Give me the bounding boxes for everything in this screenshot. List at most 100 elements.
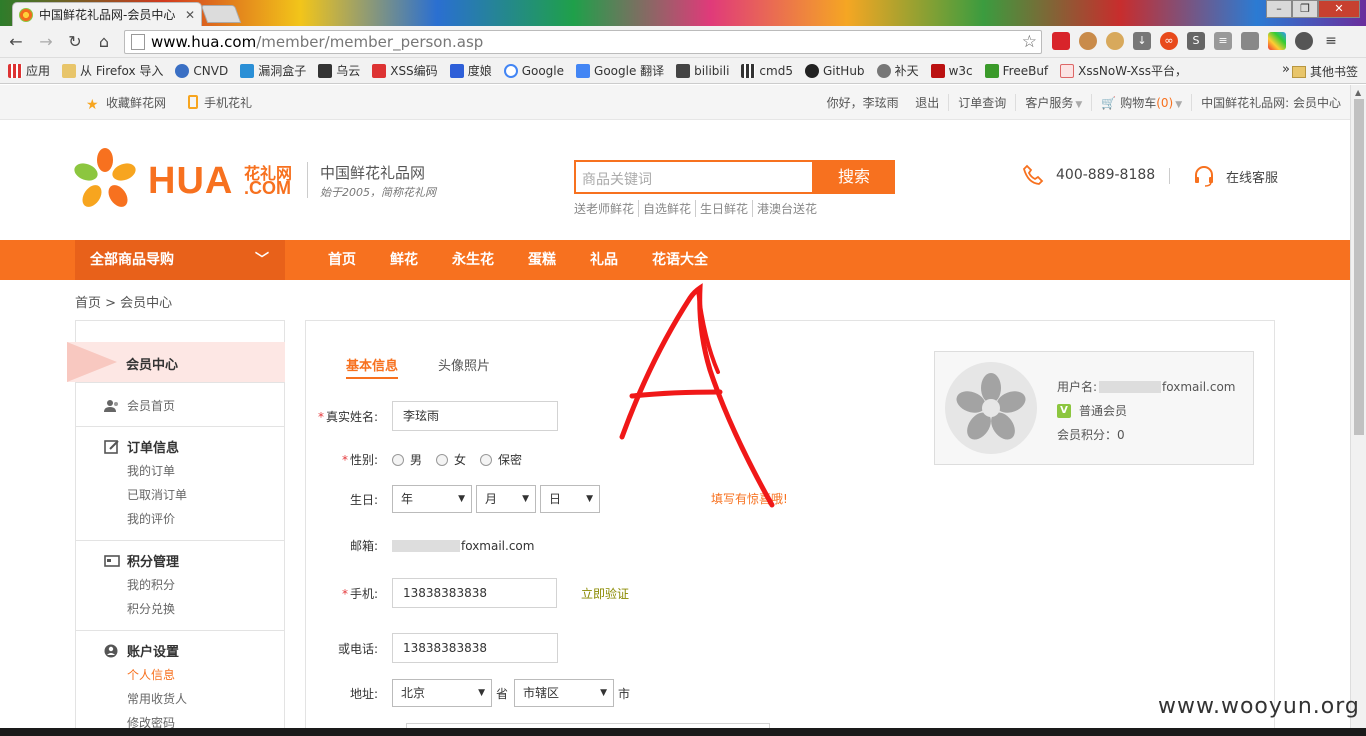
city-select[interactable]: 市辖区 ▼ xyxy=(514,679,615,707)
sidebar-head[interactable]: 会员中心 xyxy=(67,342,285,382)
sidebar-item-member-home[interactable]: 会员首页 xyxy=(104,397,175,414)
section-title-label: 账户设置 xyxy=(127,645,180,660)
bookmark-label: CNVD xyxy=(193,63,229,78)
gender-radio-secret[interactable]: 保密 xyxy=(480,451,522,468)
bookmark-wooyun[interactable]: 乌云 xyxy=(318,62,360,79)
nav-preserved-flowers[interactable]: 永生花 xyxy=(452,240,494,280)
online-service-link[interactable]: 在线客服 xyxy=(1192,164,1278,188)
mobile-link[interactable]: 手机花礼 xyxy=(188,94,252,111)
bookmark-freebuf[interactable]: FreeBuf xyxy=(984,63,1048,78)
browser-tab-active[interactable]: 中国鲜花礼品网-会员中心 ✕ xyxy=(12,2,202,26)
verify-now-link[interactable]: 立即验证 xyxy=(581,585,629,602)
bookmark-github[interactable]: GitHub xyxy=(804,63,865,78)
list-icon[interactable]: ≡ xyxy=(1214,32,1232,50)
breadcrumb[interactable]: 首页 > 会员中心 xyxy=(75,292,172,311)
real-name-input[interactable]: 李玹雨 xyxy=(392,401,558,431)
cookie-editor-icon[interactable] xyxy=(1106,32,1124,50)
bookmark-firefox-import[interactable]: 从 Firefox 导入 xyxy=(62,62,163,79)
gender-radio-male[interactable]: 男 xyxy=(392,451,422,468)
tab-avatar-photo[interactable]: 头像照片 xyxy=(438,355,490,379)
cart-link[interactable]: 🛒 购物车(0) ▼ xyxy=(1091,94,1191,111)
phone-input[interactable]: 13838383838 xyxy=(392,633,558,663)
avatar[interactable] xyxy=(945,362,1037,454)
mobile-input[interactable]: 13838383838 xyxy=(392,578,557,608)
xss-icon xyxy=(1060,63,1075,78)
bookmark-apps[interactable]: 应用 xyxy=(8,62,50,79)
bookmark-baidu[interactable]: 度娘 xyxy=(449,62,492,79)
redacted-block xyxy=(1099,380,1162,393)
download-icon[interactable]: ↓ xyxy=(1133,32,1151,50)
bookmark-cmd5[interactable]: cmd5 xyxy=(741,63,793,78)
forward-icon[interactable]: → xyxy=(36,32,56,51)
script-icon[interactable]: S xyxy=(1187,32,1205,50)
folder-icon xyxy=(1291,65,1306,78)
bookmark-bilibili[interactable]: bilibili xyxy=(676,63,729,78)
menu-icon[interactable]: ≡ xyxy=(1322,32,1340,50)
sidebar-points-title: 积分管理 xyxy=(104,551,179,570)
province-select[interactable]: 北京 ▼ xyxy=(392,679,492,707)
logout-link[interactable]: 退出 xyxy=(915,96,939,110)
flower-logo-icon[interactable] xyxy=(74,148,136,210)
star-icon xyxy=(876,63,891,78)
search-input[interactable]: 商品关键词 xyxy=(574,160,814,194)
tab-basic-info[interactable]: 基本信息 xyxy=(346,355,399,379)
extension-misc-icon[interactable] xyxy=(1295,32,1313,50)
favorite-link[interactable]: ★ 收藏鲜花网 xyxy=(86,94,166,113)
minimize-icon[interactable]: – xyxy=(1266,0,1292,18)
home-icon[interactable]: ⌂ xyxy=(94,32,114,51)
nav-flowers[interactable]: 鲜花 xyxy=(390,240,418,280)
section-title-label: 积分管理 xyxy=(127,555,180,570)
bookmark-google-translate[interactable]: Google 翻译 xyxy=(576,62,664,79)
logo-text[interactable]: HUA xyxy=(148,160,233,203)
chevron-down-icon: ﹀ xyxy=(255,252,269,268)
sidebar-item-consignees[interactable]: 常用收货人 xyxy=(127,690,187,707)
bookmark-loudonghezi[interactable]: 漏洞盒子 xyxy=(240,62,306,79)
birth-year-select[interactable]: 年 ▼ xyxy=(392,485,472,513)
bookmark-butian[interactable]: 补天 xyxy=(876,62,919,79)
nav-gifts[interactable]: 礼品 xyxy=(590,240,618,280)
bookmarks-overflow-button[interactable]: » xyxy=(1282,62,1290,77)
order-query-link[interactable]: 订单查询 xyxy=(948,94,1015,111)
pinwheel-icon[interactable] xyxy=(1268,32,1286,50)
sidebar-item-cancelled-orders[interactable]: 已取消订单 xyxy=(127,486,187,503)
sidebar-item-my-orders[interactable]: 我的订单 xyxy=(127,462,175,479)
customer-service-menu[interactable]: 客户服务 ▼ xyxy=(1015,94,1091,111)
tab-close-icon[interactable]: ✕ xyxy=(185,8,195,22)
back-icon[interactable]: ← xyxy=(6,32,26,51)
birth-day-select[interactable]: 日 ▼ xyxy=(540,485,600,513)
extension-red-icon[interactable] xyxy=(1052,32,1070,50)
nav-flower-language[interactable]: 花语大全 xyxy=(652,240,708,280)
bookmark-xss-encode[interactable]: XSS编码 xyxy=(372,62,438,79)
bookmark-star-icon[interactable]: ☆ xyxy=(1022,32,1037,52)
birth-month-select[interactable]: 月 ▼ xyxy=(476,485,536,513)
scroll-thumb[interactable] xyxy=(1354,99,1364,435)
hot-word-link[interactable]: 生日鲜花 xyxy=(695,200,752,217)
gender-radio-female[interactable]: 女 xyxy=(436,451,466,468)
sidebar-item-personal-info[interactable]: 个人信息 xyxy=(127,666,175,683)
window-close-icon[interactable]: ✕ xyxy=(1318,0,1360,18)
page-scrollbar[interactable]: ▲ xyxy=(1350,85,1366,736)
cookie-icon[interactable] xyxy=(1079,32,1097,50)
bookmark-xssnow[interactable]: XssNoW-Xss平台， xyxy=(1060,62,1187,79)
hot-word-link[interactable]: 自选鲜花 xyxy=(638,200,695,217)
hot-word-link[interactable]: 港澳台送花 xyxy=(752,200,821,217)
other-bookmarks[interactable]: 其他书签 xyxy=(1291,63,1358,80)
restore-icon[interactable]: ❐ xyxy=(1292,0,1318,18)
new-tab-button[interactable] xyxy=(200,5,242,23)
sidebar-item-my-points[interactable]: 我的积分 xyxy=(127,576,175,593)
document-icon[interactable] xyxy=(1241,32,1259,50)
sidebar-item-my-reviews[interactable]: 我的评价 xyxy=(127,510,175,527)
bookmark-w3c[interactable]: w3c xyxy=(930,63,973,78)
bookmark-cnvd[interactable]: CNVD xyxy=(175,63,229,78)
address-bar[interactable]: www.hua.com/member/member_person.asp ☆ xyxy=(124,30,1042,54)
hot-word-link[interactable]: 送老师鲜花 xyxy=(574,200,638,217)
all-categories-menu[interactable]: 全部商品导购 ﹀ xyxy=(75,240,285,280)
sidebar-item-points-exchange[interactable]: 积分兑换 xyxy=(127,600,175,617)
bookmark-google[interactable]: Google xyxy=(503,63,564,78)
infinity-icon[interactable]: ∞ xyxy=(1160,32,1178,50)
nav-cakes[interactable]: 蛋糕 xyxy=(528,240,556,280)
nav-home[interactable]: 首页 xyxy=(328,240,356,280)
search-button[interactable]: 搜索 xyxy=(813,160,895,194)
reload-icon[interactable]: ↻ xyxy=(65,32,85,51)
scroll-up-arrow-icon[interactable]: ▲ xyxy=(1355,88,1361,97)
